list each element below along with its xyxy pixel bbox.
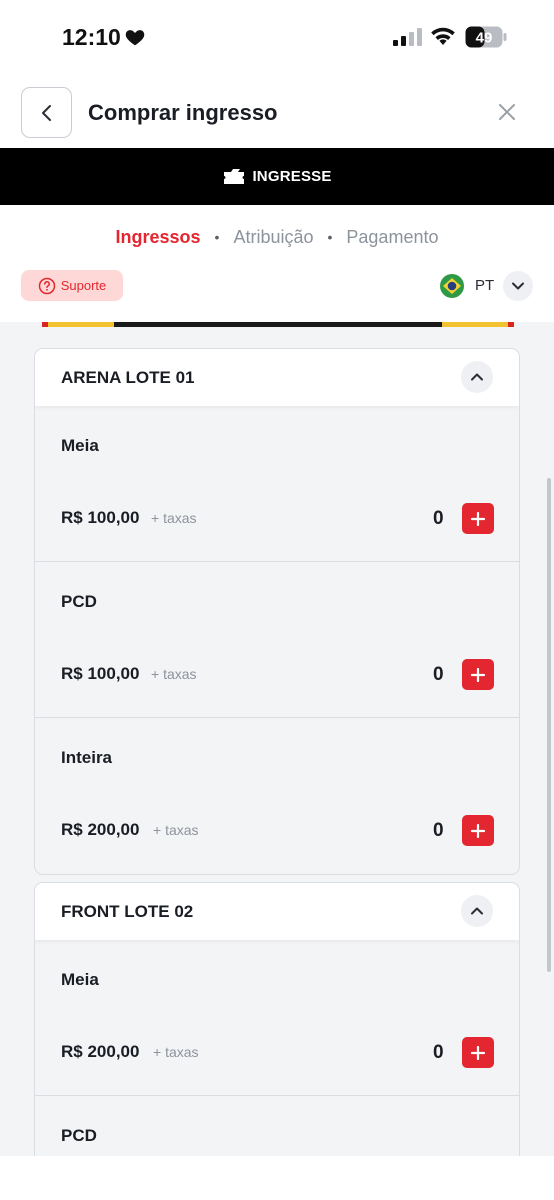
checkout-steps: Ingressos • Atribuição • Pagamento: [0, 224, 554, 250]
ticket-quantity: 0: [433, 664, 444, 685]
support-button[interactable]: Suporte: [21, 270, 123, 301]
back-arrow-icon: [41, 104, 51, 121]
ticket-name: PCD: [61, 1126, 97, 1145]
wifi-icon: [431, 27, 455, 45]
brand-banner: INGRESSE: [0, 148, 554, 205]
heart-icon: [125, 30, 145, 46]
step-pagamento[interactable]: Pagamento: [346, 227, 438, 248]
ticket-row: PCD: [35, 1096, 519, 1156]
ingresse-logo-icon: [224, 168, 245, 184]
status-time: 12:10: [62, 24, 121, 50]
ticket-row: Meia R$ 200,00 + taxas 0: [35, 940, 519, 1096]
close-button[interactable]: [495, 100, 519, 124]
step-ingressos[interactable]: Ingressos: [116, 227, 201, 248]
add-ticket-button[interactable]: [462, 503, 494, 534]
ticket-row: PCD R$ 100,00 + taxas 0: [35, 562, 519, 718]
bottom-safe-area: [0, 1156, 554, 1200]
ticket-row: Meia R$ 100,00 + taxas 0: [35, 406, 519, 562]
signal-icon: [393, 28, 422, 46]
language-selector[interactable]: PT: [440, 270, 534, 301]
support-label: Suporte: [60, 278, 107, 293]
language-dropdown-button[interactable]: [503, 270, 534, 301]
lot-title: ARENA LOTE 01: [61, 368, 195, 387]
back-button[interactable]: [21, 87, 72, 138]
chevron-up-icon: [471, 907, 483, 915]
language-code: PT: [475, 277, 495, 294]
ticket-price: R$ 100,00: [61, 508, 140, 527]
ticket-quantity: 0: [433, 820, 444, 841]
close-icon: [499, 104, 515, 120]
ticket-fee: + taxas: [151, 510, 197, 526]
ticket-fee: + taxas: [151, 666, 197, 682]
lot-title: FRONT LOTE 02: [61, 902, 194, 921]
brazil-flag-icon: [440, 273, 464, 298]
ticket-quantity: 0: [433, 1042, 444, 1063]
event-banner-edge: [42, 322, 514, 327]
ticket-price: R$ 200,00: [61, 1042, 140, 1061]
chevron-up-icon: [471, 373, 483, 381]
plus-icon: [471, 823, 485, 838]
ticket-name: Meia: [61, 970, 99, 989]
ticket-name: Inteira: [61, 748, 113, 767]
ticket-fee: + taxas: [153, 822, 199, 838]
lot-header[interactable]: FRONT LOTE 02: [35, 883, 519, 940]
brand-name: INGRESSE: [252, 168, 332, 185]
modal-header: Comprar ingresso: [0, 76, 554, 148]
lot-collapse-button[interactable]: [461, 361, 493, 393]
page-title: Comprar ingresso: [88, 100, 278, 125]
step-separator: •: [214, 229, 220, 245]
add-ticket-button[interactable]: [462, 1037, 494, 1068]
chevron-down-icon: [512, 282, 525, 289]
ticket-fee: + taxas: [153, 1044, 199, 1060]
battery-level: 49: [476, 30, 493, 47]
lot-card: ARENA LOTE 01 Meia R$ 100,00 + taxas 0 P…: [34, 348, 520, 875]
ticket-price: R$ 100,00: [61, 664, 140, 683]
step-separator: •: [327, 229, 333, 245]
ticket-list[interactable]: ARENA LOTE 01 Meia R$ 100,00 + taxas 0 P…: [0, 322, 554, 1156]
ticket-price: R$ 200,00: [61, 820, 140, 839]
add-ticket-button[interactable]: [462, 815, 494, 846]
ticket-row: Inteira R$ 200,00 + taxas 0: [35, 718, 519, 874]
plus-icon: [471, 511, 485, 526]
lot-collapse-button[interactable]: [461, 895, 493, 927]
help-circle-icon: [38, 277, 55, 294]
add-ticket-button[interactable]: [462, 659, 494, 690]
lot-card: FRONT LOTE 02 Meia R$ 200,00 + taxas 0 P…: [34, 882, 520, 1156]
plus-icon: [471, 1045, 485, 1060]
battery-icon: 49: [465, 26, 507, 48]
step-atribuicao[interactable]: Atribuição: [233, 227, 313, 248]
lot-header[interactable]: ARENA LOTE 01: [35, 349, 519, 406]
ticket-name: Meia: [61, 436, 99, 455]
scrollbar[interactable]: [547, 478, 551, 972]
ticket-name: PCD: [61, 592, 97, 611]
status-bar: 12:10 49: [0, 0, 554, 76]
plus-icon: [471, 667, 485, 682]
ticket-quantity: 0: [433, 508, 444, 529]
